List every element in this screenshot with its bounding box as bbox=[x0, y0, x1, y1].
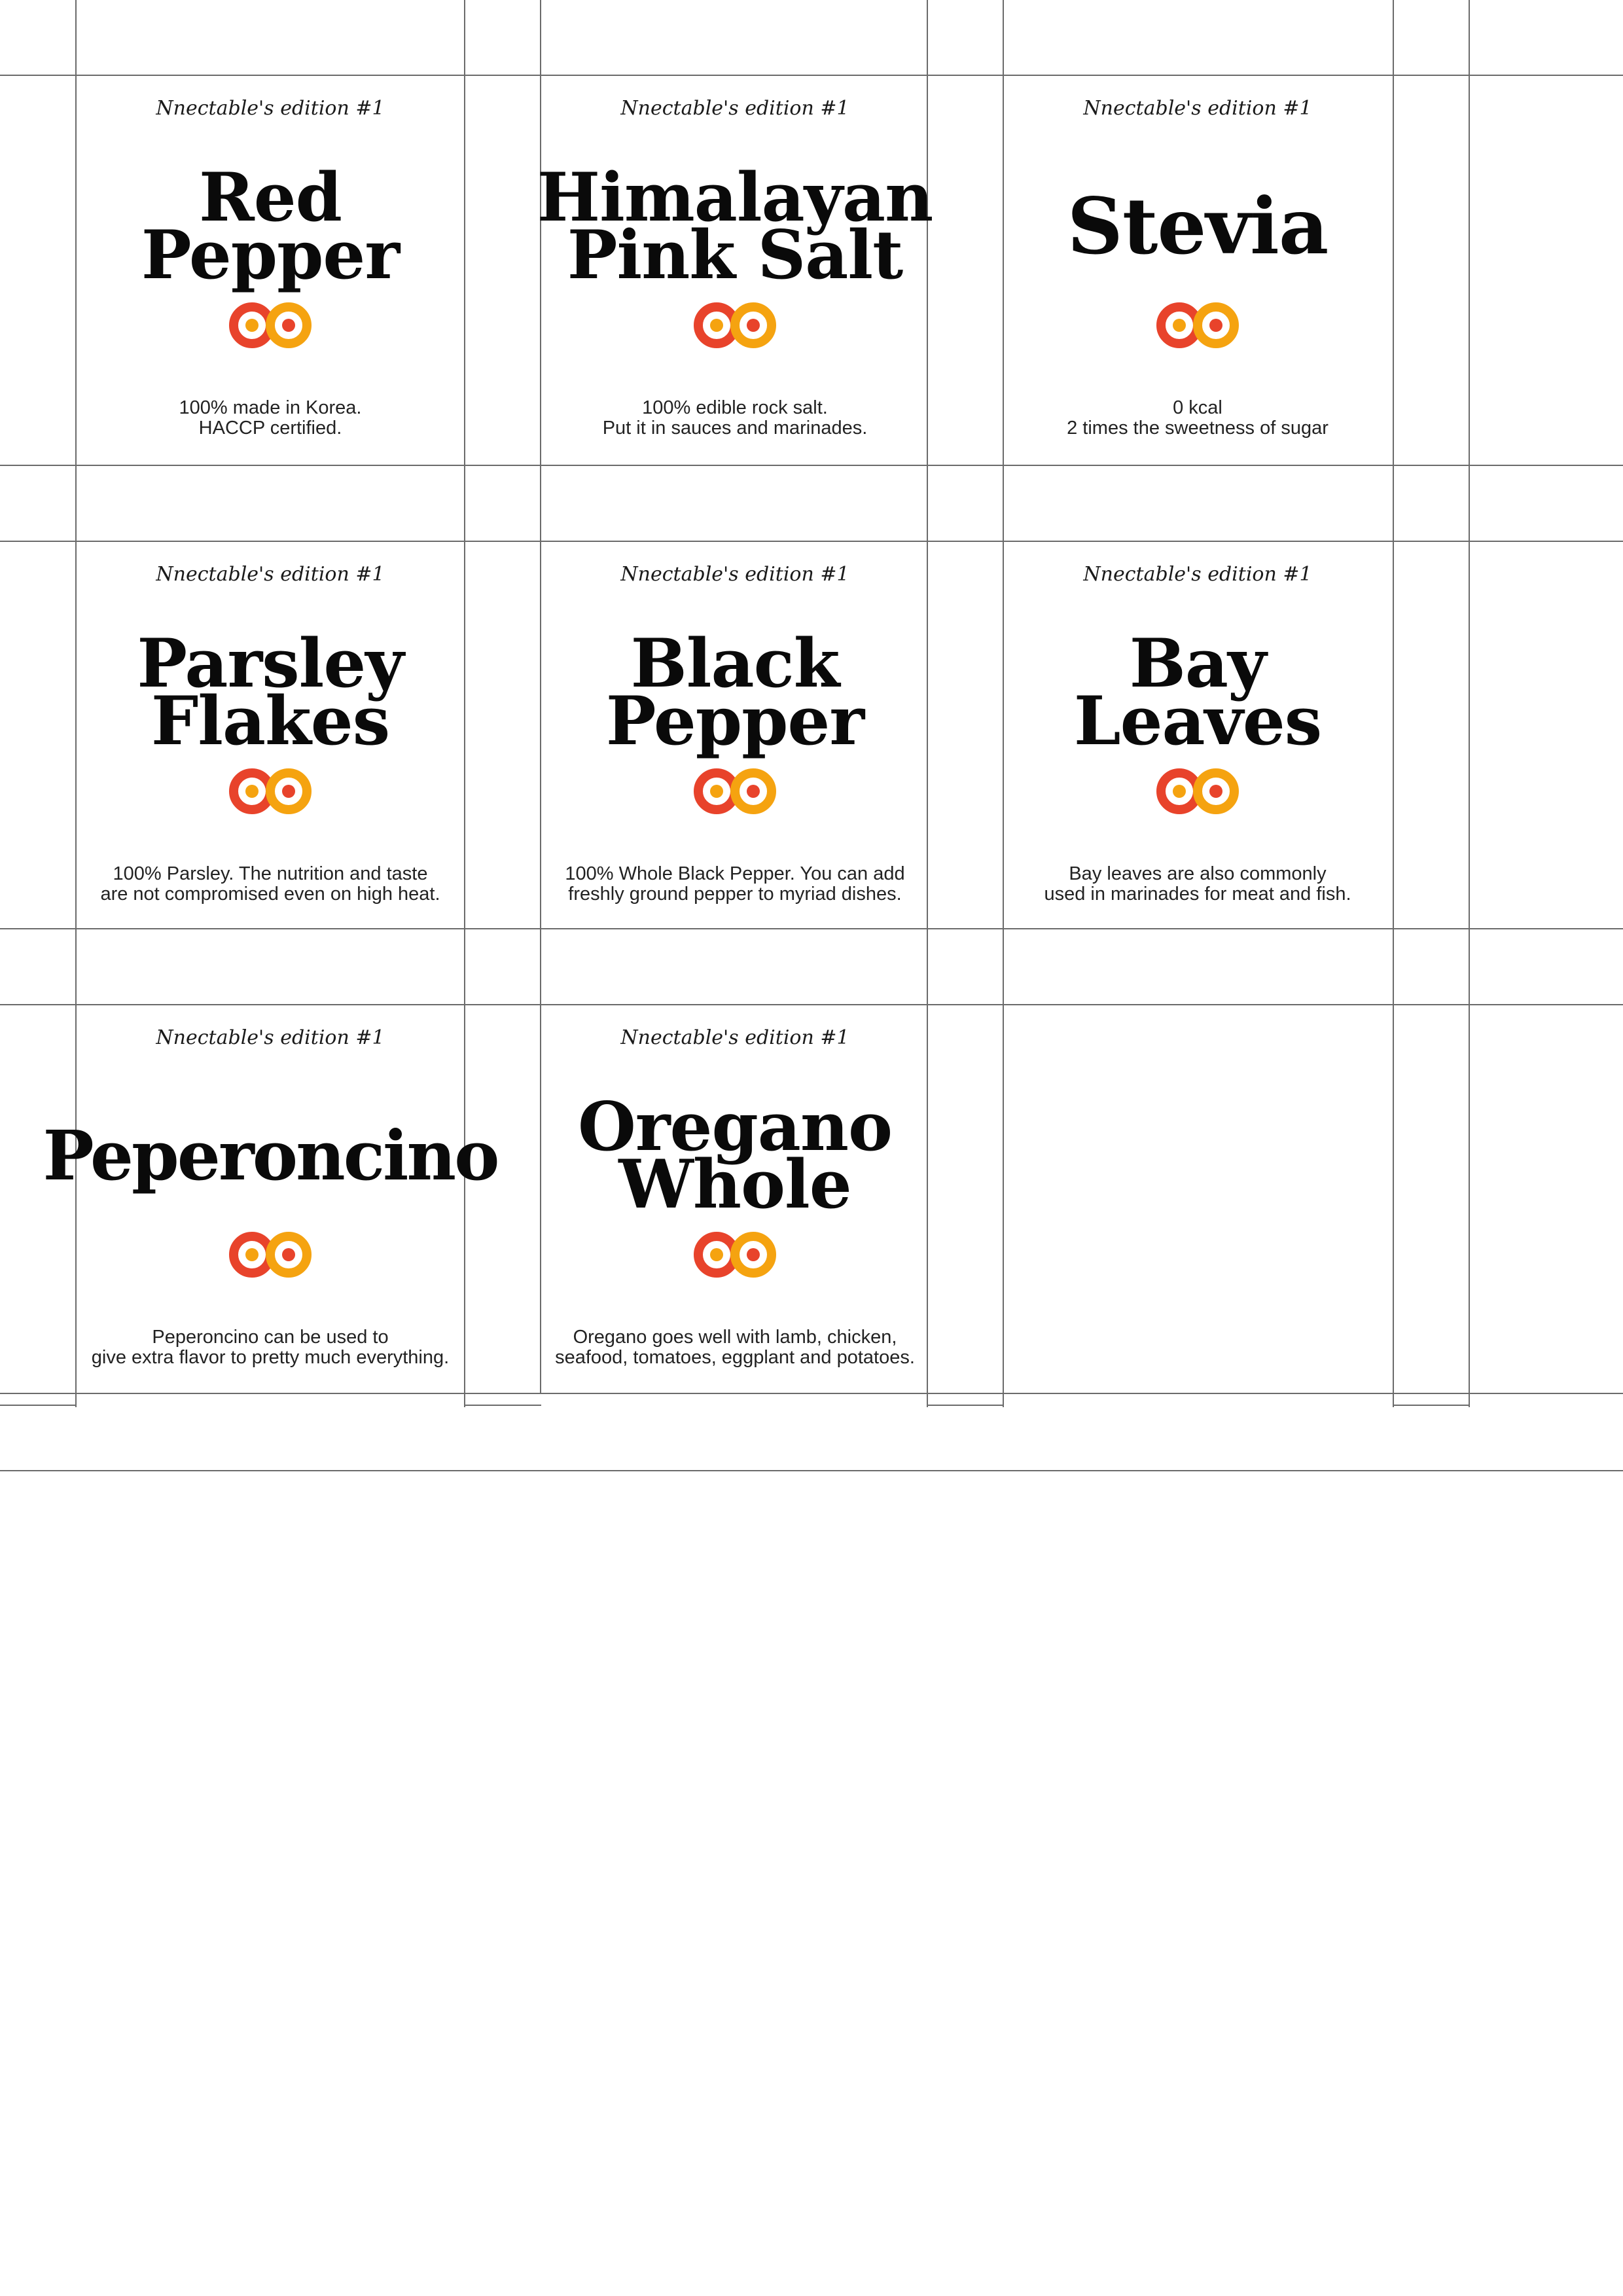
description-line: Peperoncino can be used to bbox=[152, 1327, 389, 1348]
brand-logo bbox=[229, 768, 312, 814]
brand-logo bbox=[229, 1232, 312, 1278]
description-line: Put it in sauces and marinades. bbox=[602, 418, 868, 439]
edition-text: Nnectable's edition #1 bbox=[156, 1026, 385, 1049]
product-title: Oregano Whole bbox=[527, 1077, 942, 1234]
product-title: Red Pepper bbox=[63, 148, 478, 305]
product-description: Bay leaves are also commonly used in mar… bbox=[1003, 864, 1392, 905]
title-line: Whole bbox=[618, 1145, 851, 1224]
edition-text: Nnectable's edition #1 bbox=[1083, 97, 1312, 120]
product-title: Peperoncino bbox=[43, 1077, 499, 1234]
brand-logo bbox=[694, 1232, 776, 1278]
edition-text: Nnectable's edition #1 bbox=[620, 97, 849, 120]
crop-line bbox=[0, 465, 1623, 466]
edition-text: Nnectable's edition #1 bbox=[620, 1026, 849, 1049]
brand-logo bbox=[229, 302, 312, 348]
edition-text: Nnectable's edition #1 bbox=[156, 563, 385, 586]
spice-label-stevia: Nnectable's edition #1 Stevia 0 kcal 2 t… bbox=[1003, 76, 1392, 465]
description-line: 2 times the sweetness of sugar bbox=[1067, 418, 1329, 439]
title-line: Pepper bbox=[605, 682, 865, 761]
description-line: Oregano goes well with lamb, chicken, bbox=[573, 1327, 897, 1348]
crop-line bbox=[0, 1405, 76, 1406]
crop-line bbox=[1469, 0, 1470, 1407]
spice-label-peperoncino: Nnectable's edition #1 Peperoncino Peper… bbox=[43, 1005, 499, 1394]
spice-label-parsley-flakes: Nnectable's edition #1 Parsley Flakes 10… bbox=[76, 542, 465, 931]
brand-logo bbox=[1156, 768, 1239, 814]
title-line: Stevia bbox=[1067, 181, 1329, 272]
crop-line bbox=[464, 1405, 541, 1406]
product-description: 100% edible rock salt. Put it in sauces … bbox=[541, 398, 929, 439]
description-line: Bay leaves are also commonly bbox=[1069, 863, 1327, 884]
spice-label-red-pepper: Nnectable's edition #1 Red Pepper 100% m… bbox=[76, 76, 465, 465]
description-line: HACCP certified. bbox=[198, 418, 342, 439]
edition-text: Nnectable's edition #1 bbox=[1083, 563, 1312, 586]
edition-text: Nnectable's edition #1 bbox=[156, 97, 385, 120]
description-line: are not compromised even on high heat. bbox=[100, 884, 440, 905]
description-line: 100% Parsley. The nutrition and taste bbox=[113, 863, 428, 884]
crop-line bbox=[1393, 1405, 1470, 1406]
description-line: freshly ground pepper to myriad dishes. bbox=[568, 884, 902, 905]
product-title: Himalayan Pink Salt bbox=[527, 148, 942, 305]
product-title: Stevia bbox=[990, 148, 1405, 305]
description-line: 100% Whole Black Pepper. You can add bbox=[565, 863, 905, 884]
crop-line bbox=[0, 1470, 1623, 1471]
spice-label-himalayan-pink-salt: Nnectable's edition #1 Himalayan Pink Sa… bbox=[537, 76, 933, 465]
product-title: Black Pepper bbox=[527, 614, 942, 771]
brand-logo bbox=[694, 768, 776, 814]
product-description: 100% made in Korea. HACCP certified. bbox=[76, 398, 465, 439]
description-line: 100% made in Korea. bbox=[179, 397, 362, 418]
product-description: Peperoncino can be used to give extra fl… bbox=[76, 1327, 465, 1368]
brand-logo bbox=[1156, 302, 1239, 348]
title-line: Pink Salt bbox=[567, 216, 903, 295]
product-description: 0 kcal 2 times the sweetness of sugar bbox=[1003, 398, 1392, 439]
description-line: seafood, tomatoes, eggplant and potatoes… bbox=[555, 1347, 915, 1368]
product-description: 100% Whole Black Pepper. You can add fre… bbox=[541, 864, 929, 905]
spice-label-oregano-whole: Nnectable's edition #1 Oregano Whole Ore… bbox=[541, 1005, 929, 1394]
description-line: 100% edible rock salt. bbox=[642, 397, 828, 418]
spice-label-black-pepper: Nnectable's edition #1 Black Pepper 100%… bbox=[541, 542, 929, 931]
brand-logo bbox=[694, 302, 776, 348]
title-line: Peperoncino bbox=[43, 1115, 499, 1196]
product-title: Bay Leaves bbox=[990, 614, 1405, 771]
title-line: Pepper bbox=[141, 216, 400, 295]
spice-label-bay-leaves: Nnectable's edition #1 Bay Leaves Bay le… bbox=[1003, 542, 1392, 931]
product-description: 100% Parsley. The nutrition and taste ar… bbox=[76, 864, 465, 905]
title-line: Flakes bbox=[151, 682, 390, 761]
crop-line bbox=[927, 1405, 1004, 1406]
description-line: give extra flavor to pretty much everyth… bbox=[91, 1347, 450, 1368]
title-line: Leaves bbox=[1073, 682, 1322, 761]
product-description: Oregano goes well with lamb, chicken, se… bbox=[541, 1327, 929, 1368]
product-title: Parsley Flakes bbox=[63, 614, 478, 771]
description-line: used in marinades for meat and fish. bbox=[1044, 884, 1351, 905]
description-line: 0 kcal bbox=[1173, 397, 1222, 418]
edition-text: Nnectable's edition #1 bbox=[620, 563, 849, 586]
